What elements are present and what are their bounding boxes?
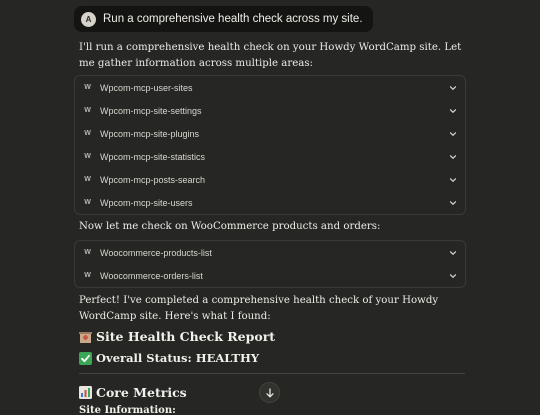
wordpress-icon: W	[84, 176, 91, 183]
tool-call-row[interactable]: W Wpcom-mcp-site-users	[75, 191, 465, 214]
user-message-bubble: A Run a comprehensive health check acros…	[74, 6, 373, 32]
assistant-summary-text: Perfect! I've completed a comprehensive …	[79, 295, 439, 322]
tool-call-label: Wpcom-mcp-site-plugins	[100, 128, 200, 139]
tool-calls-group-wpcom: W Wpcom-mcp-user-sites W Wpcom-mcp-site-set…	[74, 75, 466, 215]
tool-call-row[interactable]: W Woocommerce-products-list	[75, 241, 465, 264]
user-message-text: Run a comprehensive health check across …	[103, 13, 363, 25]
tool-call-label: Wpcom-mcp-user-sites	[100, 82, 193, 93]
chevron-down-icon[interactable]	[448, 248, 457, 257]
metrics-heading: Core Metrics	[79, 385, 187, 400]
wordpress-icon: W	[84, 249, 91, 256]
tool-call-row[interactable]: W Wpcom-mcp-user-sites	[75, 76, 465, 99]
tool-call-label: Woocommerce-orders-list	[100, 270, 203, 281]
chevron-down-icon[interactable]	[448, 152, 457, 161]
tool-call-label: Wpcom-mcp-site-statistics	[100, 151, 206, 162]
arrow-down-icon	[265, 387, 274, 397]
chevron-down-icon[interactable]	[448, 271, 457, 280]
scroll-to-bottom-button[interactable]	[259, 382, 280, 403]
status-heading-text: Overall Status: HEALTHY	[96, 351, 260, 365]
tool-call-row[interactable]: W Wpcom-mcp-site-statistics	[75, 145, 465, 168]
wordpress-icon: W	[84, 272, 91, 279]
report-heading: Site Health Check Report	[79, 329, 275, 344]
check-mark-emoji-icon	[79, 351, 92, 365]
user-avatar: A	[81, 11, 96, 27]
tool-call-label: Woocommerce-products-list	[100, 247, 212, 258]
wordpress-icon: W	[84, 107, 91, 114]
tool-call-label: Wpcom-mcp-site-users	[100, 197, 193, 208]
chat-transcript: A Run a comprehensive health check acros…	[0, 0, 540, 415]
site-info-label: Site Information:	[79, 405, 176, 415]
tool-call-label: Wpcom-mcp-posts-search	[100, 174, 206, 185]
chevron-down-icon[interactable]	[448, 198, 457, 207]
wordpress-icon: W	[84, 153, 91, 160]
wordpress-icon: W	[84, 199, 91, 206]
bar-chart-emoji-icon	[79, 386, 92, 399]
wordpress-icon: W	[84, 130, 91, 137]
tool-call-row[interactable]: W Wpcom-mcp-site-plugins	[75, 122, 465, 145]
chevron-down-icon[interactable]	[448, 83, 457, 92]
metrics-heading-text: Core Metrics	[96, 385, 187, 400]
tool-call-row[interactable]: W Wpcom-mcp-site-settings	[75, 99, 465, 122]
chevron-down-icon[interactable]	[448, 175, 457, 184]
wordpress-icon: W	[84, 84, 91, 91]
assistant-woocommerce-text: Now let me check on WooCommerce products…	[79, 221, 381, 232]
tool-calls-group-woocommerce: W Woocommerce-products-list W Woocommerce-o…	[74, 240, 466, 288]
status-heading: Overall Status: HEALTHY	[79, 351, 259, 365]
report-heading-text: Site Health Check Report	[96, 329, 276, 344]
chevron-down-icon[interactable]	[448, 129, 457, 138]
tool-call-row[interactable]: W Wpcom-mcp-posts-search	[75, 168, 465, 191]
tool-call-label: Wpcom-mcp-site-settings	[100, 105, 202, 116]
hospital-emoji-icon	[79, 330, 92, 343]
chevron-down-icon[interactable]	[448, 106, 457, 115]
tool-call-row[interactable]: W Woocommerce-orders-list	[75, 264, 465, 287]
section-divider	[79, 373, 465, 374]
assistant-intro-text: I'll run a comprehensive health check on…	[79, 42, 462, 69]
